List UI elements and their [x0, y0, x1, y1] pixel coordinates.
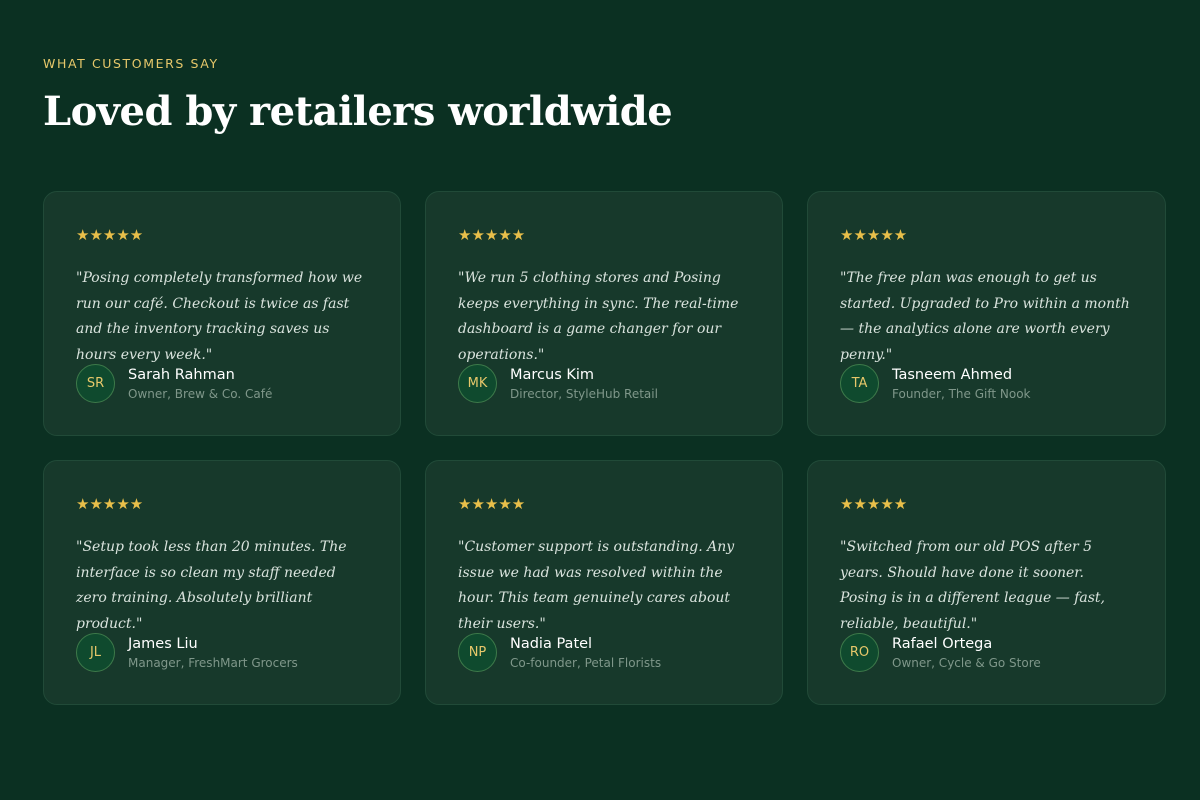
author-name: Nadia Patel	[510, 635, 593, 652]
testimonials-section: WHAT CUSTOMERS SAY Loved by retailers wo…	[0, 0, 1200, 800]
author-name: Sarah Rahman	[128, 366, 235, 383]
testimonial-card: ★★★★★ "Customer support is outstanding. …	[425, 460, 783, 705]
testimonial-quote: "Switched from our old POS after 5 years…	[840, 539, 1106, 632]
avatar: MK	[458, 364, 497, 403]
section-title: Loved by retailers worldwide	[43, 88, 673, 135]
testimonial-quote: "Customer support is outstanding. Any is…	[458, 539, 735, 632]
testimonial-author: MK Marcus Kim Director, StyleHub Retail	[458, 364, 750, 403]
star-rating-icons: ★★★★★	[840, 495, 908, 513]
star-rating: ★★★★★	[76, 495, 368, 513]
testimonial-grid: ★★★★★ "Posing completely transformed how…	[43, 191, 1166, 705]
author-name: James Liu	[128, 635, 198, 652]
section-eyebrow: WHAT CUSTOMERS SAY	[43, 56, 219, 71]
star-rating: ★★★★★	[458, 495, 750, 513]
testimonial-author: NP Nadia Patel Co-founder, Petal Florist…	[458, 633, 750, 672]
author-name: Marcus Kim	[510, 366, 595, 383]
testimonial-quote: "Setup took less than 20 minutes. The in…	[76, 539, 347, 632]
star-rating-icons: ★★★★★	[76, 226, 144, 244]
testimonial-quote: "The free plan was enough to get us star…	[840, 270, 1130, 363]
author-role: Director, StyleHub Retail	[510, 386, 658, 401]
testimonial-author: RO Rafael Ortega Owner, Cycle & Go Store	[840, 633, 1133, 672]
author-role: Owner, Cycle & Go Store	[892, 655, 1041, 670]
avatar: JL	[76, 633, 115, 672]
star-rating: ★★★★★	[76, 226, 368, 244]
star-rating: ★★★★★	[840, 226, 1133, 244]
testimonial-card: ★★★★★ "Posing completely transformed how…	[43, 191, 401, 436]
testimonial-quote: "We run 5 clothing stores and Posing kee…	[458, 270, 739, 363]
testimonial-quote: "Posing completely transformed how we ru…	[76, 270, 363, 363]
star-rating-icons: ★★★★★	[840, 226, 908, 244]
testimonial-card: ★★★★★ "Switched from our old POS after 5…	[807, 460, 1166, 705]
testimonial-card: ★★★★★ "The free plan was enough to get u…	[807, 191, 1166, 436]
star-rating-icons: ★★★★★	[458, 495, 526, 513]
star-rating: ★★★★★	[458, 226, 750, 244]
star-rating: ★★★★★	[840, 495, 1133, 513]
avatar: TA	[840, 364, 879, 403]
author-role: Co-founder, Petal Florists	[510, 655, 662, 670]
avatar: RO	[840, 633, 879, 672]
testimonial-card: ★★★★★ "Setup took less than 20 minutes. …	[43, 460, 401, 705]
testimonial-author: SR Sarah Rahman Owner, Brew & Co. Café	[76, 364, 368, 403]
avatar: SR	[76, 364, 115, 403]
author-name: Tasneem Ahmed	[892, 366, 1013, 383]
testimonial-author: TA Tasneem Ahmed Founder, The Gift Nook	[840, 364, 1133, 403]
star-rating-icons: ★★★★★	[76, 495, 144, 513]
author-role: Manager, FreshMart Grocers	[128, 655, 298, 670]
testimonial-card: ★★★★★ "We run 5 clothing stores and Posi…	[425, 191, 783, 436]
author-name: Rafael Ortega	[892, 635, 993, 652]
author-role: Founder, The Gift Nook	[892, 386, 1031, 401]
avatar: NP	[458, 633, 497, 672]
testimonial-author: JL James Liu Manager, FreshMart Grocers	[76, 633, 368, 672]
star-rating-icons: ★★★★★	[458, 226, 526, 244]
author-role: Owner, Brew & Co. Café	[128, 386, 273, 401]
